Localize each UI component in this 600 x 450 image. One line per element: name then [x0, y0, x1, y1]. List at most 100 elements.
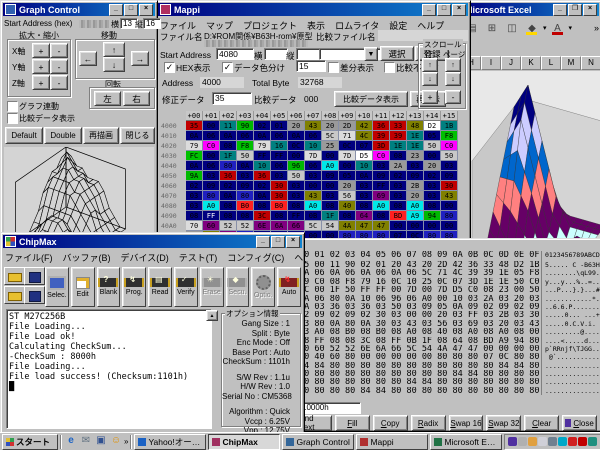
grid-cell[interactable]: 2A — [390, 161, 407, 171]
maximize-button[interactable]: □ — [271, 236, 285, 248]
log-scroll-up-icon[interactable]: ▲ — [206, 310, 218, 321]
x-axis-plus-button[interactable]: + — [32, 43, 50, 58]
grid-cell[interactable]: 94 — [424, 211, 441, 221]
grid-cell[interactable]: 03 — [271, 171, 288, 181]
grid-cell[interactable]: A0 — [322, 161, 339, 171]
grid-cell[interactable]: 09 — [407, 171, 424, 181]
grid-cell[interactable]: 09 — [237, 181, 254, 191]
grid-cell[interactable]: 03 — [441, 161, 458, 171]
grid-cell[interactable]: 03 — [305, 171, 322, 181]
grid-cell[interactable]: 03 — [237, 171, 254, 181]
grid-cell[interactable]: 1E — [407, 131, 424, 141]
grid-cell[interactable]: 00 — [424, 221, 441, 231]
grid-cell[interactable]: 0A — [237, 161, 254, 171]
grid-cell[interactable]: 52 — [237, 221, 254, 231]
width-input[interactable] — [264, 48, 288, 60]
chipmax-menu-item-5[interactable]: ヘルプ(H) — [294, 251, 304, 264]
grid-cell[interactable]: FC — [186, 151, 203, 161]
grid-cell[interactable]: 30 — [271, 181, 288, 191]
grid-cell[interactable]: 39 — [373, 131, 390, 141]
grid-cell[interactable]: 0A — [288, 131, 305, 141]
grid-cell[interactable]: 39 — [390, 131, 407, 141]
grid-cell[interactable]: 43 — [305, 121, 322, 131]
grid-cell[interactable]: 64 — [356, 211, 373, 221]
column-header-l[interactable]: L — [541, 56, 561, 70]
grid-cell[interactable]: 96 — [288, 161, 305, 171]
save-file-button[interactable] — [24, 267, 45, 285]
hex-row[interactable]: 84 84 80 80 80 80 80 80 80 80 80 80 80 8… — [299, 362, 541, 370]
grid-cell[interactable]: F8 — [441, 131, 458, 141]
grid-cell[interactable]: 07 — [356, 141, 373, 151]
grid-cell[interactable]: 2D — [339, 121, 356, 131]
grid-cell[interactable]: 00 — [305, 181, 322, 191]
grid-cell[interactable]: 20 — [322, 121, 339, 131]
grid-cell[interactable]: 03 — [288, 181, 305, 191]
tray-icon-7[interactable] — [568, 437, 577, 446]
rotate-left-button[interactable]: 左 — [94, 91, 121, 106]
move-left-button[interactable]: ← — [79, 51, 97, 66]
y-axis-plus-button[interactable]: + — [32, 59, 50, 74]
taskbar-task-microsoftexcel[interactable]: Microsoft Excel — [430, 434, 502, 450]
chipmax-menu-item-1[interactable]: バッファ(B) — [63, 251, 111, 264]
grid-cell[interactable]: 0A — [186, 161, 203, 171]
grid-cell[interactable]: A9 — [407, 211, 424, 221]
grid-cell[interactable]: 08 — [271, 211, 288, 221]
grid-cell[interactable]: 0A — [186, 131, 203, 141]
chipmax-menu-item-0[interactable]: ファイル(F) — [5, 251, 53, 264]
grid-cell[interactable]: 00 — [390, 221, 407, 231]
grid-cell[interactable]: 03 — [407, 161, 424, 171]
dropdown-arrow-icon[interactable]: ▾ — [543, 24, 547, 32]
grid-cell[interactable]: 06 — [271, 161, 288, 171]
grid-cell[interactable]: 47 — [356, 221, 373, 231]
grid-cell[interactable]: 48 — [407, 121, 424, 131]
grid-cell[interactable]: FF — [203, 211, 220, 221]
grid-cell[interactable]: 05 — [339, 171, 356, 181]
grid-cell[interactable]: 03 — [186, 201, 203, 211]
grid-cell[interactable]: 20 — [407, 191, 424, 201]
copy-button[interactable]: Copy — [373, 415, 408, 431]
toolbar-overflow-icon[interactable]: » — [594, 23, 599, 33]
grid-cell[interactable]: 40 — [339, 201, 356, 211]
grid-cell[interactable]: 20 — [339, 181, 356, 191]
select-button[interactable]: 選択 — [380, 46, 414, 61]
grid-cell[interactable]: 00 — [441, 201, 458, 211]
minimize-button[interactable]: _ — [553, 4, 567, 16]
scroll-minus-button[interactable]: - — [445, 90, 461, 104]
grid-cell[interactable]: C0 — [441, 141, 458, 151]
cell-style-icon[interactable]: ◫ — [503, 20, 521, 37]
grid-cell[interactable]: 5C — [305, 221, 322, 231]
scroll-row-down-button[interactable]: ↓ — [422, 72, 438, 86]
close-icon[interactable]: × — [583, 4, 597, 16]
grid-cell[interactable]: 02 — [254, 181, 271, 191]
hex-row[interactable]: 08 FF 08 08 3C 08 FF 0B 1F 08 64 08 BD A… — [299, 337, 541, 345]
grid-cell[interactable]: 5C — [322, 131, 339, 141]
grid-cell[interactable]: 0A — [220, 191, 237, 201]
grid-cell[interactable]: 05 — [424, 131, 441, 141]
grid-cell[interactable]: 47 — [373, 221, 390, 231]
grid-cell[interactable]: D5 — [356, 151, 373, 161]
grid-cell[interactable]: 08 — [356, 201, 373, 211]
grid-cell[interactable]: A0 — [203, 201, 220, 211]
edit-data-input[interactable]: 35 — [212, 92, 252, 105]
hex-row[interactable]: 20 40 60 80 00 00 00 00 00 80 80 80 07 0… — [299, 353, 541, 361]
grid-cell[interactable]: B0 — [271, 201, 288, 211]
fill-button[interactable]: Fill — [335, 415, 370, 431]
grid-cell[interactable]: A0 — [305, 201, 322, 211]
grid-cell[interactable]: 03 — [203, 171, 220, 181]
grid-cell[interactable]: 35 — [186, 121, 203, 131]
grid-cell[interactable]: 43 — [305, 191, 322, 201]
grid-cell[interactable]: 70 — [186, 221, 203, 231]
hex-row[interactable]: 9A 03 36 03 36 03 50 03 09 05 0A 09 02 0… — [299, 303, 541, 311]
grid-cell[interactable]: 43 — [441, 191, 458, 201]
grid-cell[interactable]: 0C — [288, 141, 305, 151]
grid-cell[interactable]: 08 — [424, 201, 441, 211]
hex-row[interactable]: 0A 06 80 0A 10 06 96 06 A0 00 10 03 2A 0… — [299, 295, 541, 303]
grid-cell[interactable]: 54 — [322, 221, 339, 231]
selec-button[interactable]: Selec. — [45, 267, 69, 307]
grid-cell[interactable]: 02 — [220, 181, 237, 191]
move-right-button[interactable]: → — [131, 51, 149, 66]
hex-dump[interactable]: 35 00 11 90 02 01 20 43 20 2D 42 36 33 4… — [299, 261, 600, 395]
hex-row[interactable]: 70 60 52 52 6E 6A 66 5C 54 4A 47 47 00 0… — [299, 345, 541, 353]
close-icon[interactable]: × — [452, 4, 466, 16]
grid-cell[interactable]: 20 — [424, 161, 441, 171]
